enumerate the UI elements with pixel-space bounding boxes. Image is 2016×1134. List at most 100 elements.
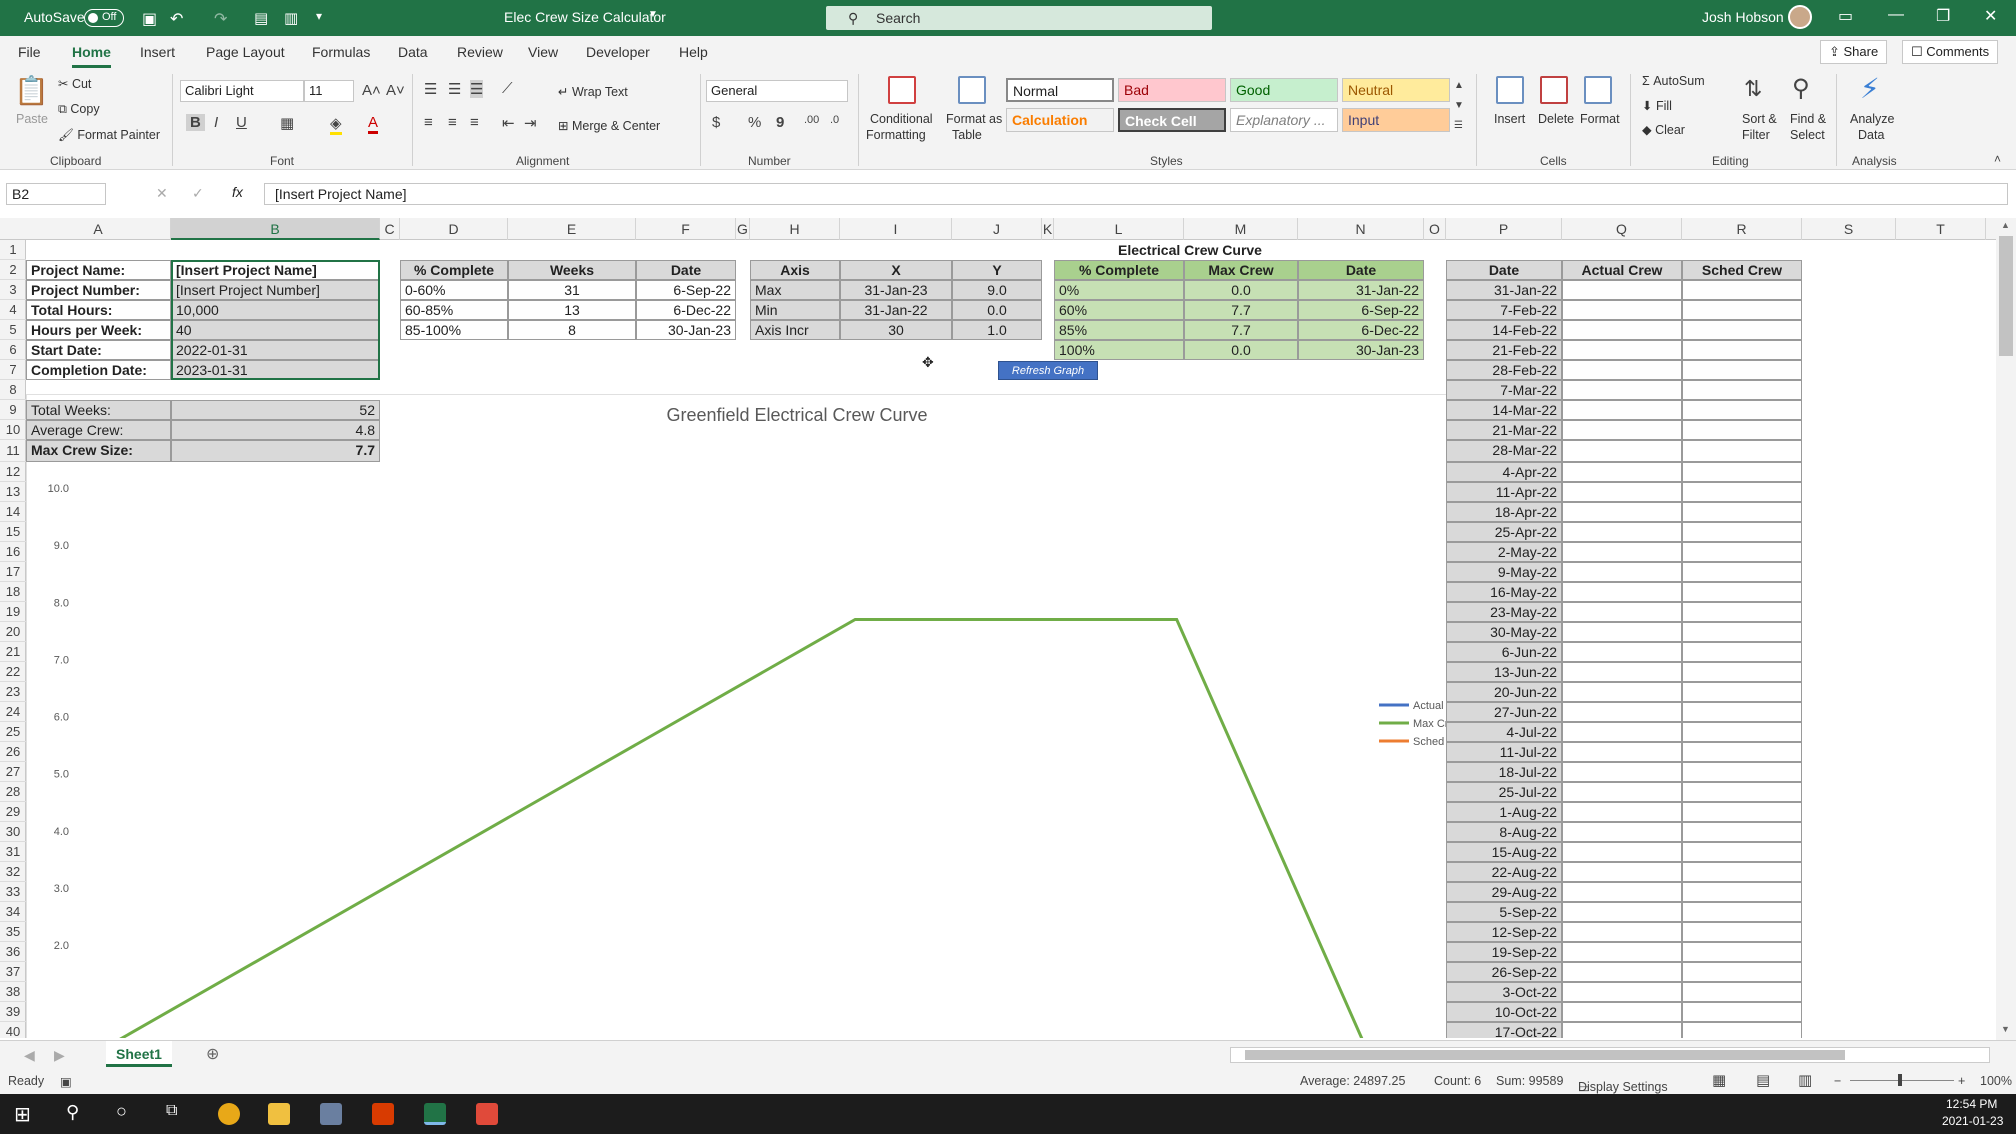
actual-crew-cell[interactable]	[1562, 582, 1682, 602]
actual-crew-cell[interactable]	[1562, 882, 1682, 902]
project-label[interactable]: Start Date:	[26, 340, 171, 360]
row-header[interactable]: 21	[0, 642, 26, 662]
zoom-thumb[interactable]	[1898, 1074, 1902, 1086]
phase-cell[interactable]: 85-100%	[400, 320, 508, 340]
autosave-toggle[interactable]: Off	[84, 9, 124, 27]
summary-value[interactable]: 7.7	[171, 440, 380, 462]
sort-filter-button[interactable]: Sort &	[1742, 112, 1777, 126]
percent-icon[interactable]: %	[748, 114, 761, 131]
curve-cell[interactable]: 60%	[1054, 300, 1184, 320]
restore-icon[interactable]: ❐	[1936, 6, 1950, 26]
actual-crew-cell[interactable]	[1562, 482, 1682, 502]
project-value[interactable]: 10,000	[171, 300, 380, 320]
table-header[interactable]: % Complete	[1054, 260, 1184, 280]
sheet-tab[interactable]: Sheet1	[106, 1041, 172, 1067]
next-sheet-icon[interactable]: ▶	[54, 1047, 65, 1064]
axis-cell[interactable]: Max	[750, 280, 840, 300]
format-cells-button[interactable]: Format	[1580, 112, 1620, 126]
cancel-icon[interactable]: ✕	[156, 185, 168, 202]
sched-crew-cell[interactable]	[1682, 922, 1802, 942]
bold-icon[interactable]: B	[186, 114, 205, 131]
styles-more-icon[interactable]: ☰	[1454, 120, 1463, 131]
row-header[interactable]: 31	[0, 842, 26, 862]
crew-curve-chart[interactable]: Greenfield Electrical Crew Curve 2.0 3.0 4.…	[26, 394, 1482, 1038]
tab-formulas[interactable]: Formulas	[312, 44, 370, 60]
column-header[interactable]: L	[1054, 218, 1184, 240]
schedule-date[interactable]: 9-May-22	[1446, 562, 1562, 582]
actual-crew-cell[interactable]	[1562, 662, 1682, 682]
sched-crew-cell[interactable]	[1682, 300, 1802, 320]
schedule-date[interactable]: 8-Aug-22	[1446, 822, 1562, 842]
curve-cell[interactable]: 31-Jan-22	[1298, 280, 1424, 300]
sched-crew-cell[interactable]	[1682, 762, 1802, 782]
row-header[interactable]: 27	[0, 762, 26, 782]
sched-crew-cell[interactable]	[1682, 682, 1802, 702]
conditional-formatting-button[interactable]: Conditional	[870, 112, 933, 126]
schedule-date[interactable]: 11-Jul-22	[1446, 742, 1562, 762]
sched-crew-cell[interactable]	[1682, 280, 1802, 300]
row-header[interactable]: 15	[0, 522, 26, 542]
schedule-date[interactable]: 7-Feb-22	[1446, 300, 1562, 320]
row-header[interactable]: 12	[0, 462, 26, 482]
orientation-icon[interactable]: ⟋	[502, 80, 513, 97]
curve-cell[interactable]: 0.0	[1184, 280, 1298, 300]
curve-cell[interactable]: 0.0	[1184, 340, 1298, 360]
axis-cell[interactable]: 1.0	[952, 320, 1042, 340]
axis-cell[interactable]: 30	[840, 320, 952, 340]
schedule-date[interactable]: 19-Sep-22	[1446, 942, 1562, 962]
summary-value[interactable]: 4.8	[171, 420, 380, 440]
column-header[interactable]: R	[1682, 218, 1802, 240]
row-header[interactable]: 28	[0, 782, 26, 802]
column-header[interactable]: J	[952, 218, 1042, 240]
increase-decimal-icon[interactable]: .00	[804, 114, 819, 126]
save-icon[interactable]: ▣	[142, 9, 157, 29]
project-value[interactable]: 40	[171, 320, 380, 340]
comments-button[interactable]: ☐ Comments	[1902, 40, 1999, 64]
row-header[interactable]: 34	[0, 902, 26, 922]
actual-crew-cell[interactable]	[1562, 902, 1682, 922]
schedule-date[interactable]: 4-Apr-22	[1446, 462, 1562, 482]
axis-cell[interactable]: 31-Jan-23	[840, 280, 952, 300]
project-label[interactable]: Completion Date:	[26, 360, 171, 380]
sched-crew-cell[interactable]	[1682, 822, 1802, 842]
zoom-in-icon[interactable]: +	[1958, 1074, 1965, 1088]
schedule-date[interactable]: 25-Jul-22	[1446, 782, 1562, 802]
schedule-date[interactable]: 29-Aug-22	[1446, 882, 1562, 902]
column-header[interactable]: Q	[1562, 218, 1682, 240]
row-header[interactable]: 32	[0, 862, 26, 882]
curve-cell[interactable]: 85%	[1054, 320, 1184, 340]
sched-crew-cell[interactable]	[1682, 320, 1802, 340]
calculator-icon[interactable]	[320, 1103, 342, 1125]
actual-crew-cell[interactable]	[1562, 842, 1682, 862]
schedule-date[interactable]: 18-Apr-22	[1446, 502, 1562, 522]
italic-icon[interactable]: I	[214, 114, 218, 131]
insert-cells-button[interactable]: Insert	[1494, 112, 1525, 126]
actual-crew-cell[interactable]	[1562, 300, 1682, 320]
phase-cell[interactable]: 6-Sep-22	[636, 280, 736, 300]
prev-sheet-icon[interactable]: ◀	[24, 1047, 35, 1064]
table-header[interactable]: X	[840, 260, 952, 280]
grow-font-icon[interactable]: A˄	[362, 82, 381, 99]
fill-color-icon[interactable]: ◈	[330, 114, 342, 135]
merge-center-button[interactable]: ⊞ Merge & Center	[558, 118, 660, 133]
tab-help[interactable]: Help	[679, 44, 708, 60]
project-label[interactable]: Total Hours:	[26, 300, 171, 320]
actual-crew-cell[interactable]	[1562, 462, 1682, 482]
project-value[interactable]: [Insert Project Number]	[171, 280, 380, 300]
sched-crew-cell[interactable]	[1682, 420, 1802, 440]
style-neutral[interactable]: Neutral	[1342, 78, 1450, 102]
actual-crew-cell[interactable]	[1562, 440, 1682, 462]
actual-crew-cell[interactable]	[1562, 922, 1682, 942]
format-painter-button[interactable]: 🖌 Format Painter	[58, 128, 160, 143]
refresh-graph-button[interactable]: Refresh Graph	[998, 361, 1098, 380]
curve-cell[interactable]: 100%	[1054, 340, 1184, 360]
fill-button[interactable]: ⬇ Fill	[1642, 98, 1672, 113]
scroll-up-icon[interactable]: ▲	[2001, 220, 2010, 230]
chevron-down-icon[interactable]: ▼	[648, 9, 658, 20]
borders-icon[interactable]: ▦	[280, 114, 294, 132]
delete-cells-button[interactable]: Delete	[1538, 112, 1574, 126]
curve-cell[interactable]: 7.7	[1184, 300, 1298, 320]
row-header[interactable]: 11	[0, 440, 26, 462]
schedule-date[interactable]: 30-May-22	[1446, 622, 1562, 642]
format-as-table-button[interactable]: Format as	[946, 112, 1002, 126]
